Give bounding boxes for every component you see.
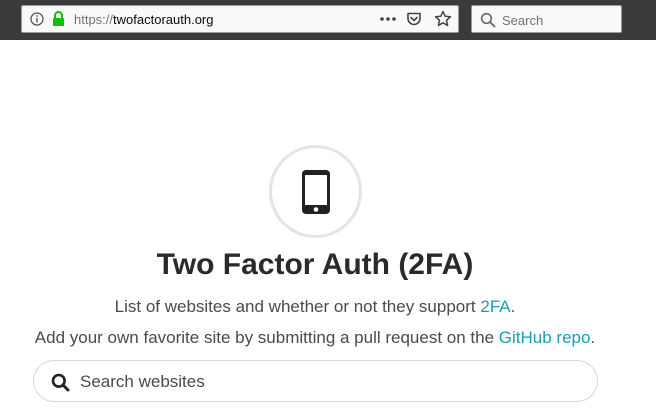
- github-repo-link[interactable]: GitHub repo: [499, 328, 591, 347]
- url-scheme: https://: [74, 12, 114, 27]
- pocket-icon[interactable]: [406, 11, 422, 27]
- website-search-input[interactable]: [80, 370, 580, 394]
- subtitle-period: .: [510, 297, 516, 316]
- browser-toolbar: https://twofactorauth.org Search: [0, 0, 656, 40]
- website-search-box[interactable]: [33, 360, 598, 402]
- more-actions-icon[interactable]: [379, 13, 397, 25]
- search-icon: [51, 373, 70, 392]
- lock-icon[interactable]: [52, 11, 65, 27]
- url-host: twofactorauth.org: [113, 12, 214, 27]
- browser-search-placeholder: Search: [502, 13, 544, 28]
- browser-search-bar[interactable]: Search: [471, 5, 622, 33]
- url-text[interactable]: https://twofactorauth.org: [74, 12, 213, 27]
- mobile-phone-icon: [301, 169, 330, 214]
- contribute-period: .: [590, 328, 596, 347]
- 2fa-link[interactable]: 2FA: [480, 297, 510, 316]
- contribute-text: Add your own favorite site by submitting…: [0, 327, 630, 349]
- url-bar[interactable]: https://twofactorauth.org: [21, 5, 459, 33]
- contribute-prefix: Add your own favorite site by submitting…: [34, 328, 499, 347]
- subtitle-text: List of websites and whether or not they…: [114, 297, 481, 316]
- search-icon: [480, 12, 496, 28]
- bookmark-star-icon[interactable]: [434, 10, 452, 28]
- page-title: Two Factor Auth (2FA): [156, 248, 474, 281]
- phone-badge: [269, 145, 362, 238]
- info-icon[interactable]: [30, 12, 44, 26]
- page-subtitle: List of websites and whether or not they…: [0, 296, 630, 318]
